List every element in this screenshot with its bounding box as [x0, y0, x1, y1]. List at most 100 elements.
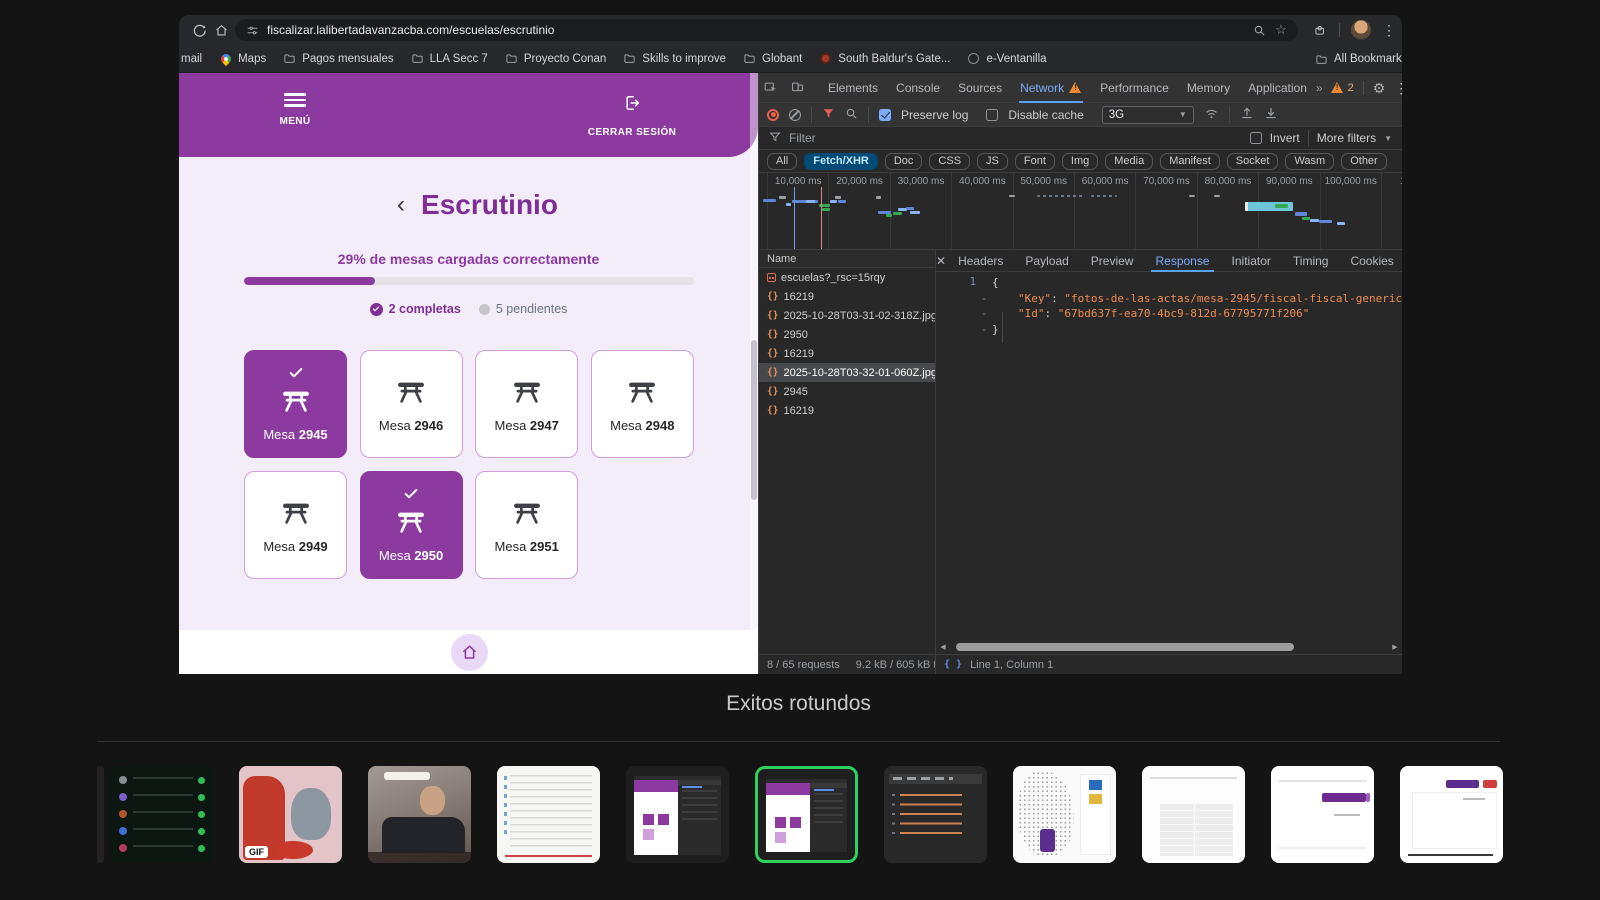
- filter-chip-all[interactable]: All: [767, 153, 797, 170]
- filter-chip-font[interactable]: Font: [1015, 153, 1055, 170]
- tab-application[interactable]: Application: [1239, 73, 1316, 103]
- search-icon[interactable]: [845, 107, 858, 123]
- detail-tab-cookies[interactable]: Cookies: [1340, 250, 1402, 272]
- search-icon[interactable]: [1252, 23, 1266, 37]
- reload-icon[interactable]: [191, 22, 207, 38]
- mesa-card-2950[interactable]: Mesa 2950: [360, 471, 463, 579]
- request-row[interactable]: {}2945: [759, 382, 935, 401]
- menu-button[interactable]: MENÚ: [255, 93, 335, 127]
- request-row[interactable]: {}2025-10-28T03-31-02-318Z.jpg: [759, 306, 935, 325]
- tab-performance[interactable]: Performance: [1091, 73, 1178, 103]
- filter-chip-manifest[interactable]: Manifest: [1160, 153, 1220, 170]
- filter-chip-js[interactable]: JS: [977, 153, 1008, 170]
- settings-gear-icon[interactable]: ⚙: [1373, 81, 1386, 95]
- page-scrollbar-thumb[interactable]: [751, 340, 757, 500]
- webpage-buttons-thumb[interactable]: [1400, 766, 1503, 863]
- request-row[interactable]: {}16219: [759, 401, 935, 420]
- close-icon[interactable]: ✕: [936, 254, 946, 268]
- export-har-icon[interactable]: [1264, 106, 1278, 123]
- webpage-thumb[interactable]: [1271, 766, 1374, 863]
- tom-gif-thumb[interactable]: GIF: [239, 766, 342, 863]
- filter-input[interactable]: Filter: [789, 131, 816, 145]
- braces-icon[interactable]: { }: [944, 659, 962, 670]
- import-har-icon[interactable]: [1240, 106, 1254, 123]
- detail-tab-initiator[interactable]: Initiator: [1222, 250, 1281, 272]
- invert-checkbox[interactable]: [1250, 132, 1262, 144]
- filter-chip-other[interactable]: Other: [1341, 153, 1387, 170]
- filter-chip-doc[interactable]: Doc: [885, 153, 923, 170]
- filter-chip-fetchxhr[interactable]: Fetch/XHR: [804, 153, 878, 170]
- more-filters-button[interactable]: More filters: [1317, 131, 1376, 145]
- filter-toggle-icon[interactable]: [822, 107, 835, 123]
- bookmark-item[interactable]: Globant: [743, 52, 802, 65]
- url-bar[interactable]: fiscalizar.lalibertadavanzacba.com/escue…: [235, 19, 1298, 41]
- tab-memory[interactable]: Memory: [1178, 73, 1239, 103]
- partial-thumbnail[interactable]: [97, 766, 104, 863]
- tab-sources[interactable]: Sources: [949, 73, 1011, 103]
- mesa-card-2945[interactable]: Mesa 2945: [244, 350, 347, 458]
- scroll-left-icon[interactable]: ◀: [938, 643, 948, 651]
- bookmark-item[interactable]: Maps: [219, 52, 266, 65]
- bookmark-item[interactable]: mail: [181, 53, 202, 65]
- filter-chip-media[interactable]: Media: [1105, 153, 1153, 170]
- network-conditions-icon[interactable]: [1204, 106, 1219, 124]
- horizontal-scrollbar[interactable]: ◀ ▶: [938, 642, 1400, 651]
- issues-counter[interactable]: !2: [1331, 82, 1354, 94]
- bookmark-star-icon[interactable]: ☆: [1274, 23, 1288, 37]
- home-icon[interactable]: [213, 22, 229, 38]
- tab-console[interactable]: Console: [887, 73, 949, 103]
- fold-marker[interactable]: -: [976, 291, 992, 307]
- app-devtools-screenshot-thumb[interactable]: [626, 766, 729, 863]
- url-text[interactable]: fiscalizar.lalibertadavanzacba.com/escue…: [267, 23, 1244, 37]
- mesa-card-2949[interactable]: Mesa 2949: [244, 471, 347, 579]
- table-document-thumb[interactable]: [1142, 766, 1245, 863]
- record-button[interactable]: [767, 109, 779, 121]
- bookmark-item[interactable]: e-Ventanilla: [967, 52, 1046, 65]
- all-bookmarks[interactable]: All Bookmarks: [1315, 53, 1402, 66]
- inspect-element-icon[interactable]: [763, 80, 778, 96]
- logout-button[interactable]: CERRAR SESIÓN: [577, 93, 687, 138]
- tab-network[interactable]: Network!: [1011, 73, 1091, 103]
- detail-tab-headers[interactable]: Headers: [948, 250, 1013, 272]
- request-list-header[interactable]: Name: [759, 250, 935, 268]
- bookmark-item[interactable]: Proyecto Conan: [505, 52, 606, 65]
- fold-marker[interactable]: -: [976, 306, 992, 322]
- request-row[interactable]: {}16219: [759, 287, 935, 306]
- request-row[interactable]: {}16219: [759, 344, 935, 363]
- home-button[interactable]: [451, 634, 488, 671]
- mesa-card-2946[interactable]: Mesa 2946: [360, 350, 463, 458]
- mesa-card-2948[interactable]: Mesa 2948: [591, 350, 694, 458]
- document-scan-thumb[interactable]: [497, 766, 600, 863]
- extensions-icon[interactable]: [1312, 22, 1328, 38]
- filter-chip-css[interactable]: CSS: [929, 153, 970, 170]
- clear-button[interactable]: [789, 109, 801, 121]
- map-screenshot-thumb[interactable]: [1013, 766, 1116, 863]
- scrollbar-thumb[interactable]: [956, 643, 1294, 651]
- request-row[interactable]: {}2950: [759, 325, 935, 344]
- devtools-menu-icon[interactable]: ⋮: [1394, 81, 1402, 95]
- detail-tab-payload[interactable]: Payload: [1015, 250, 1078, 272]
- tune-icon[interactable]: [245, 23, 259, 37]
- fold-marker[interactable]: -: [976, 322, 992, 338]
- request-row[interactable]: escuelas?_rsc=15rqy: [759, 268, 935, 287]
- disable-cache-checkbox[interactable]: [986, 109, 998, 121]
- detail-tab-response[interactable]: Response: [1145, 250, 1219, 272]
- detail-tab-preview[interactable]: Preview: [1081, 250, 1144, 272]
- request-row[interactable]: {}2025-10-28T03-32-01-060Z.jpg: [759, 363, 935, 382]
- chat-screenshot-thumb[interactable]: [110, 766, 213, 863]
- network-overview-timeline[interactable]: 10,000 ms20,000 ms30,000 ms40,000 ms50,0…: [759, 173, 1402, 250]
- current-screenshot-thumb[interactable]: [755, 766, 858, 863]
- filter-chip-socket[interactable]: Socket: [1227, 153, 1279, 170]
- tab-elements[interactable]: Elements: [819, 73, 887, 103]
- bookmark-item[interactable]: Skills to improve: [623, 52, 726, 65]
- more-tabs-icon[interactable]: »: [1316, 81, 1322, 95]
- bookmark-item[interactable]: South Baldur's Gate...: [819, 52, 950, 65]
- preserve-log-checkbox[interactable]: [879, 109, 891, 121]
- browser-menu-icon[interactable]: ⋮: [1382, 23, 1396, 37]
- devtools-response-thumb[interactable]: [884, 766, 987, 863]
- device-toolbar-icon[interactable]: [790, 80, 805, 96]
- throttling-dropdown[interactable]: 3G ▼: [1102, 106, 1194, 124]
- bookmark-item[interactable]: Pagos mensuales: [283, 52, 393, 65]
- filter-chip-wasm[interactable]: Wasm: [1285, 153, 1334, 170]
- bookmark-item[interactable]: LLA Secc 7: [411, 52, 488, 65]
